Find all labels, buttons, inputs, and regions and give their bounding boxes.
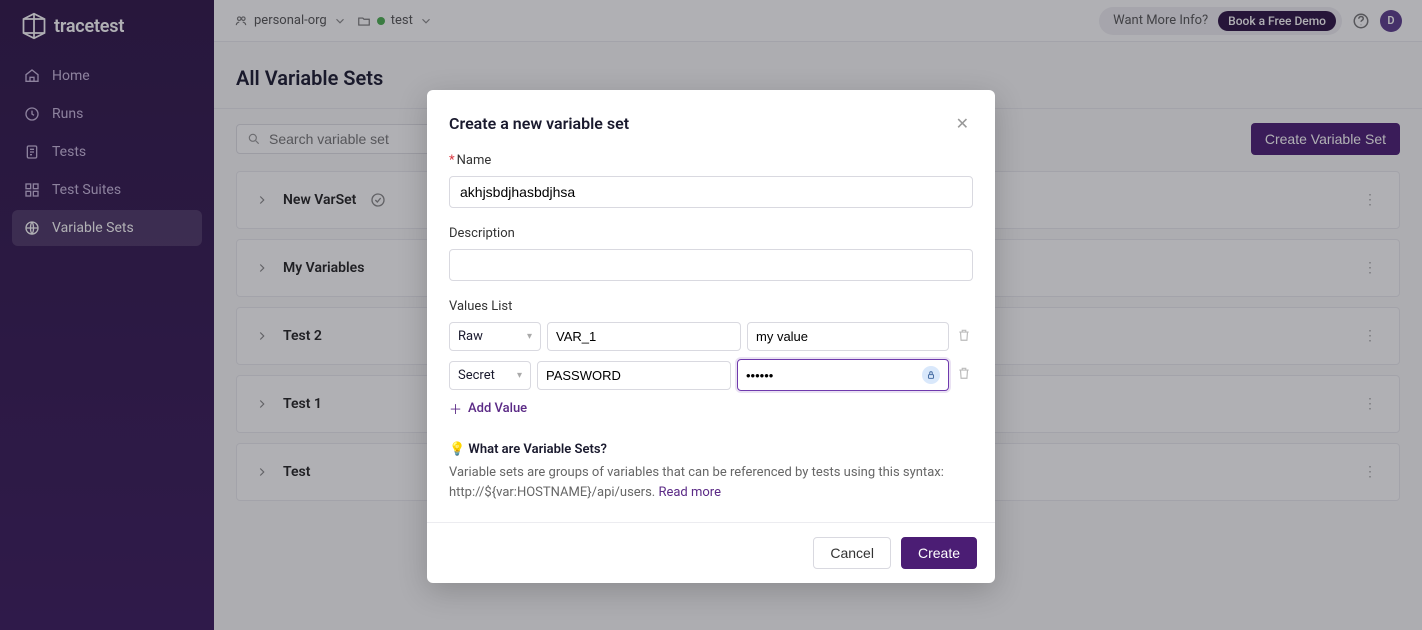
value-value-input[interactable]	[747, 322, 949, 351]
modal-header: Create a new variable set ✕	[427, 90, 995, 153]
chevron-down-icon: ▾	[527, 331, 532, 342]
lock-icon	[922, 366, 940, 384]
description-label: Description	[449, 226, 973, 241]
value-key-input[interactable]	[537, 361, 731, 390]
description-input[interactable]	[449, 249, 973, 281]
read-more-link[interactable]: Read more	[658, 485, 721, 500]
plus-icon: ＋	[449, 399, 462, 418]
trash-icon[interactable]	[955, 364, 973, 386]
value-value-input[interactable]	[737, 359, 949, 391]
modal-overlay: Create a new variable set ✕ *Name Descri…	[0, 0, 1422, 630]
name-input[interactable]	[449, 176, 973, 208]
modal-footer: Cancel Create	[427, 523, 995, 583]
tip-section: 💡 What are Variable Sets? Variable sets …	[449, 442, 973, 502]
modal-title: Create a new variable set	[449, 114, 629, 133]
trash-icon[interactable]	[955, 326, 973, 348]
add-value-button[interactable]: ＋ Add Value	[449, 399, 973, 418]
value-row: Raw▾	[449, 322, 973, 351]
tip-body: Variable sets are groups of variables th…	[449, 463, 973, 502]
create-variable-set-modal: Create a new variable set ✕ *Name Descri…	[427, 90, 995, 583]
name-label: *Name	[449, 153, 973, 168]
value-type-select[interactable]: Secret▾	[449, 361, 531, 390]
value-row: Secret▾	[449, 359, 973, 391]
value-key-input[interactable]	[547, 322, 741, 351]
value-type-select[interactable]: Raw▾	[449, 322, 541, 351]
values-label: Values List	[449, 299, 973, 314]
tip-title: 💡 What are Variable Sets?	[449, 442, 973, 457]
create-button[interactable]: Create	[901, 537, 977, 569]
close-icon[interactable]: ✕	[952, 110, 973, 137]
cancel-button[interactable]: Cancel	[813, 537, 891, 569]
chevron-down-icon: ▾	[517, 370, 522, 381]
